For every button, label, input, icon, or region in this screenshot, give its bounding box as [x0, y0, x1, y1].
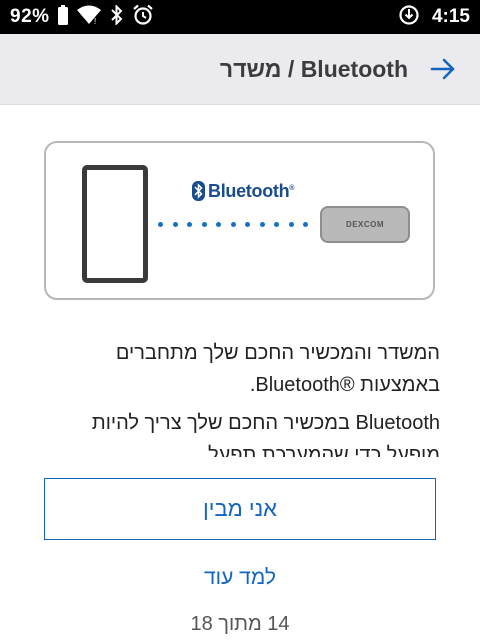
phone-illustration — [82, 165, 148, 283]
connection-dot — [303, 222, 308, 227]
bluetooth-rune-icon — [192, 181, 205, 201]
connection-dot — [158, 222, 163, 227]
data-saver-icon — [398, 4, 420, 31]
clock: 4:15 — [431, 6, 470, 27]
learn-more-link[interactable]: למד עוד — [0, 560, 480, 596]
app-header: Bluetooth / משדר — [0, 34, 480, 105]
page-counter: 14 מתוך 18 — [190, 613, 290, 635]
status-bar: 92% ! 4:15 — [0, 0, 480, 34]
wifi-icon: ! — [76, 5, 102, 30]
bluetooth-icon — [110, 3, 124, 30]
paragraph-connection: המשדר והמכשיר החכם שלך מתחברים באמצעות ®… — [115, 342, 440, 396]
paragraph-bluetooth-on: Bluetooth במכשיר החכם שלך צריך להיות מופ… — [91, 412, 440, 457]
page-title: Bluetooth / משדר — [219, 56, 408, 82]
connection-dot — [216, 222, 221, 227]
bluetooth-logo: Bluetooth® — [192, 179, 294, 203]
bluetooth-word: Bluetooth — [208, 180, 290, 201]
connection-dot — [172, 222, 178, 227]
registered-mark: ® — [289, 184, 295, 192]
bluetooth-illustration: Bluetooth® DEXCOM — [44, 141, 435, 300]
arrow-right-icon[interactable] — [430, 56, 456, 82]
connection-dot — [187, 222, 192, 227]
instruction-text[interactable]: המשדר והמכשיר החכם שלך מתחברים באמצעות ®… — [40, 337, 440, 457]
status-right: 4:15 — [398, 4, 470, 31]
connection-dot — [245, 222, 250, 227]
svg-text:!: ! — [94, 17, 96, 25]
connection-dot — [259, 222, 265, 227]
transmitter-illustration: DEXCOM — [320, 206, 410, 243]
connection-dot — [230, 222, 236, 227]
alarm-icon — [132, 4, 154, 31]
connection-dot — [274, 222, 279, 227]
understand-button[interactable]: אני מבין — [44, 478, 436, 540]
status-left: 92% ! — [10, 3, 154, 31]
connection-dot — [201, 222, 207, 227]
connection-dot — [288, 222, 294, 227]
connection-dots — [158, 222, 318, 227]
battery-icon — [57, 4, 68, 30]
bluetooth-wordmark: Bluetooth® — [208, 181, 294, 202]
battery-percentage: 92% — [10, 6, 50, 27]
